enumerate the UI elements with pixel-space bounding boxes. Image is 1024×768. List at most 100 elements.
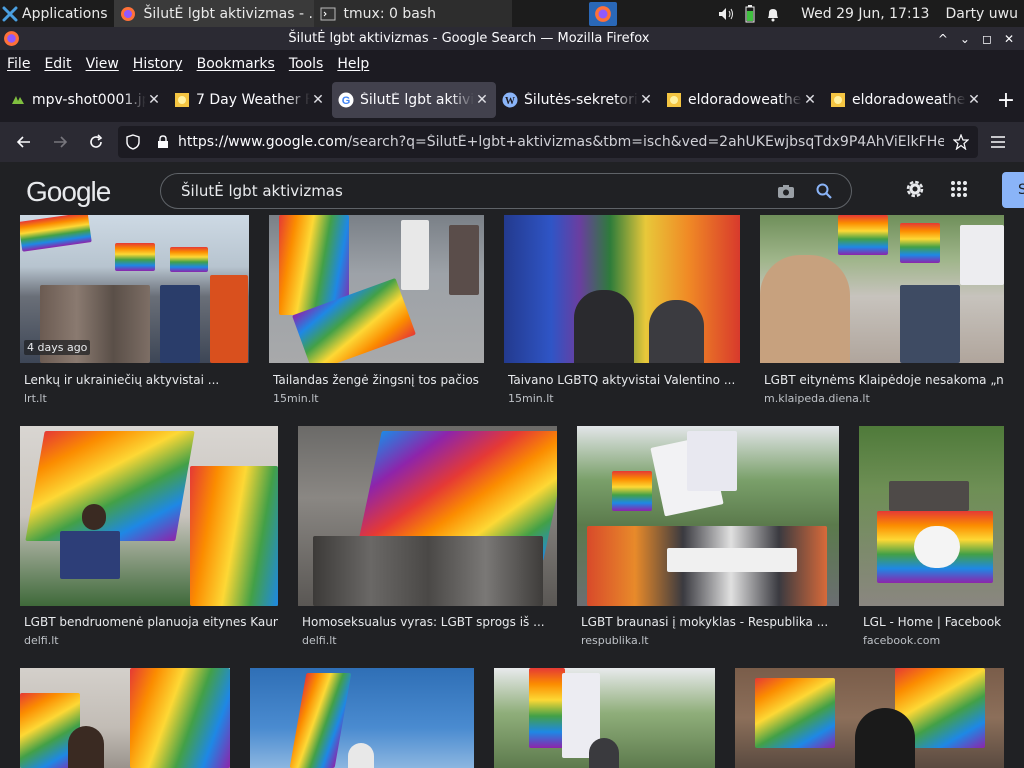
window-close-icon[interactable]: ✕ xyxy=(1004,32,1014,46)
image-result[interactable] xyxy=(250,668,474,768)
image-result[interactable]: Taivano LGBTQ aktyvistai Valentino ... 1… xyxy=(504,215,740,415)
search-box[interactable]: ŠilutĖ lgbt aktivizmas xyxy=(160,173,852,209)
clock[interactable]: Wed 29 Jun, 17:13 xyxy=(801,6,929,22)
tab-close-icon[interactable]: ✕ xyxy=(474,92,490,108)
result-thumbnail[interactable] xyxy=(859,426,1004,606)
tab-strip: mpv-shot0001.jpg ✕ 7 Day Weather Forecas… xyxy=(0,78,1024,122)
image-result[interactable]: Homoseksualus vyras: LGBT sprogs iš ... … xyxy=(298,426,557,651)
image-result[interactable] xyxy=(20,668,230,768)
result-title[interactable]: Tailandas žengė žingsnį tos pačios ... xyxy=(273,373,484,387)
tab-close-icon[interactable]: ✕ xyxy=(146,92,162,108)
google-logo[interactable]: Google xyxy=(26,176,111,208)
taskbar-task-terminal[interactable]: tmux: 0 bash xyxy=(313,0,512,27)
hamburger-icon xyxy=(991,136,1005,148)
result-thumbnail[interactable] xyxy=(735,668,1004,768)
system-tray: Wed 29 Jun, 17:13 Darty uwu xyxy=(717,4,1024,23)
menu-history[interactable]: History xyxy=(133,56,183,72)
window-shade-icon[interactable]: ^ xyxy=(938,32,948,46)
result-source[interactable]: m.klaipeda.diena.lt xyxy=(764,392,870,405)
image-result[interactable] xyxy=(494,668,715,768)
tab-google-search[interactable]: G ŠilutĖ lgbt aktivizmas ✕ xyxy=(332,82,496,118)
back-button[interactable] xyxy=(6,126,42,158)
result-thumbnail[interactable] xyxy=(20,668,230,768)
tab-close-icon[interactable]: ✕ xyxy=(638,92,654,108)
menu-help[interactable]: Help xyxy=(337,56,369,72)
result-thumbnail[interactable] xyxy=(269,215,484,363)
url-host: https://www.google.com xyxy=(178,134,348,150)
window-minimize-icon[interactable]: ⌄ xyxy=(960,32,970,46)
image-result[interactable]: LGL - Home | Facebook facebook.com xyxy=(859,426,1004,651)
gear-icon[interactable] xyxy=(904,178,926,200)
tab-weather-forecast[interactable]: 7 Day Weather Forecast ✕ xyxy=(168,82,332,118)
tab-eldoradoweather-2[interactable]: eldoradoweather.com ✕ xyxy=(824,82,988,118)
result-title[interactable]: Taivano LGBTQ aktyvistai Valentino ... xyxy=(508,373,740,387)
google-icon: G xyxy=(338,92,354,108)
result-title[interactable]: LGBT bendruomenė planuoja eitynes Kaune.… xyxy=(24,615,278,629)
tab-close-icon[interactable]: ✕ xyxy=(310,92,326,108)
url-bar[interactable]: https://www.google.com/search?q=ŠilutĖ+l… xyxy=(118,126,978,158)
bookmark-star-icon[interactable] xyxy=(944,134,978,150)
result-thumbnail[interactable] xyxy=(504,215,740,363)
taskbar-task-firefox[interactable]: ŠilutĖ lgbt aktivizmas - ... xyxy=(113,0,314,27)
apps-grid-icon[interactable] xyxy=(950,180,968,198)
plus-icon: + xyxy=(996,87,1016,113)
result-thumbnail[interactable] xyxy=(20,426,278,606)
reload-button[interactable] xyxy=(78,126,114,158)
sign-in-button[interactable]: Sign in xyxy=(1002,172,1024,208)
tab-silutes-sekretoriatas[interactable]: W Šilutės-sekretoriatas ✕ xyxy=(496,82,660,118)
result-source[interactable]: lrt.lt xyxy=(24,392,47,405)
result-thumbnail[interactable] xyxy=(494,668,715,768)
menu-tools[interactable]: Tools xyxy=(289,56,324,72)
image-result[interactable]: LGBT braunasi į mokyklas - Respublika ..… xyxy=(577,426,839,651)
result-thumbnail[interactable] xyxy=(577,426,839,606)
result-thumbnail[interactable]: 4 days ago xyxy=(20,215,249,363)
forward-button[interactable] xyxy=(42,126,78,158)
tab-close-icon[interactable]: ✕ xyxy=(802,92,818,108)
menu-file[interactable]: File xyxy=(7,56,30,72)
firefox-icon xyxy=(4,31,19,46)
image-result[interactable]: LGBT eitynėms Klaipėdoje nesakoma „ne...… xyxy=(760,215,1004,415)
search-icon[interactable] xyxy=(805,183,843,199)
taskbar-launcher-firefox[interactable] xyxy=(589,1,618,26)
menu-bookmarks[interactable]: Bookmarks xyxy=(197,56,275,72)
image-result[interactable]: Tailandas žengė žingsnį tos pačios ... 1… xyxy=(269,215,484,415)
menu-edit[interactable]: Edit xyxy=(44,56,71,72)
result-source[interactable]: facebook.com xyxy=(863,634,940,647)
url-path: /search?q=ŠilutĖ+lgbt+aktivizmas&tbm=isc… xyxy=(347,134,944,150)
result-source[interactable]: delfi.lt xyxy=(24,634,59,647)
shield-icon[interactable] xyxy=(118,134,148,150)
window-maximize-icon[interactable]: ◻ xyxy=(982,32,992,46)
user-name[interactable]: Darty uwu xyxy=(945,6,1018,22)
result-source[interactable]: 15min.lt xyxy=(273,392,319,405)
tab-label: Šilutės-sekretoriatas xyxy=(524,92,638,108)
result-thumbnail[interactable] xyxy=(250,668,474,768)
applications-menu[interactable]: Applications xyxy=(0,0,114,27)
result-source[interactable]: delfi.lt xyxy=(302,634,337,647)
result-title[interactable]: LGBT eitynėms Klaipėdoje nesakoma „ne... xyxy=(764,373,1004,387)
result-source[interactable]: respublika.lt xyxy=(581,634,649,647)
image-result[interactable]: LGBT bendruomenė planuoja eitynes Kaune.… xyxy=(20,426,278,651)
tab-mpv-shot[interactable]: mpv-shot0001.jpg ✕ xyxy=(4,82,168,118)
camera-search-icon[interactable] xyxy=(767,184,805,199)
battery-icon[interactable] xyxy=(745,4,755,23)
app-menu-button[interactable] xyxy=(980,126,1016,158)
menu-view[interactable]: View xyxy=(86,56,119,72)
volume-icon[interactable] xyxy=(717,6,735,22)
image-result[interactable] xyxy=(735,668,1004,768)
result-title[interactable]: LGL - Home | Facebook xyxy=(863,615,1004,629)
tab-eldoradoweather-1[interactable]: eldoradoweather.com ✕ xyxy=(660,82,824,118)
result-thumbnail[interactable] xyxy=(298,426,557,606)
result-title[interactable]: Lenkų ir ukrainiečių aktyvistai ... xyxy=(24,373,249,387)
new-tab-button[interactable]: + xyxy=(988,82,1024,118)
lock-icon[interactable] xyxy=(148,135,178,149)
tab-close-icon[interactable]: ✕ xyxy=(966,92,982,108)
search-input[interactable]: ŠilutĖ lgbt aktivizmas xyxy=(161,182,767,200)
result-source[interactable]: 15min.lt xyxy=(508,392,554,405)
image-result[interactable]: 4 days ago Lenkų ir ukrainiečių aktyvist… xyxy=(20,215,249,415)
url-text[interactable]: https://www.google.com/search?q=ŠilutĖ+l… xyxy=(178,134,944,150)
applications-label: Applications xyxy=(22,5,108,22)
result-title[interactable]: Homoseksualus vyras: LGBT sprogs iš ... xyxy=(302,615,557,629)
result-thumbnail[interactable] xyxy=(760,215,1004,363)
result-title[interactable]: LGBT braunasi į mokyklas - Respublika ..… xyxy=(581,615,839,629)
notification-bell-icon[interactable] xyxy=(765,6,781,22)
